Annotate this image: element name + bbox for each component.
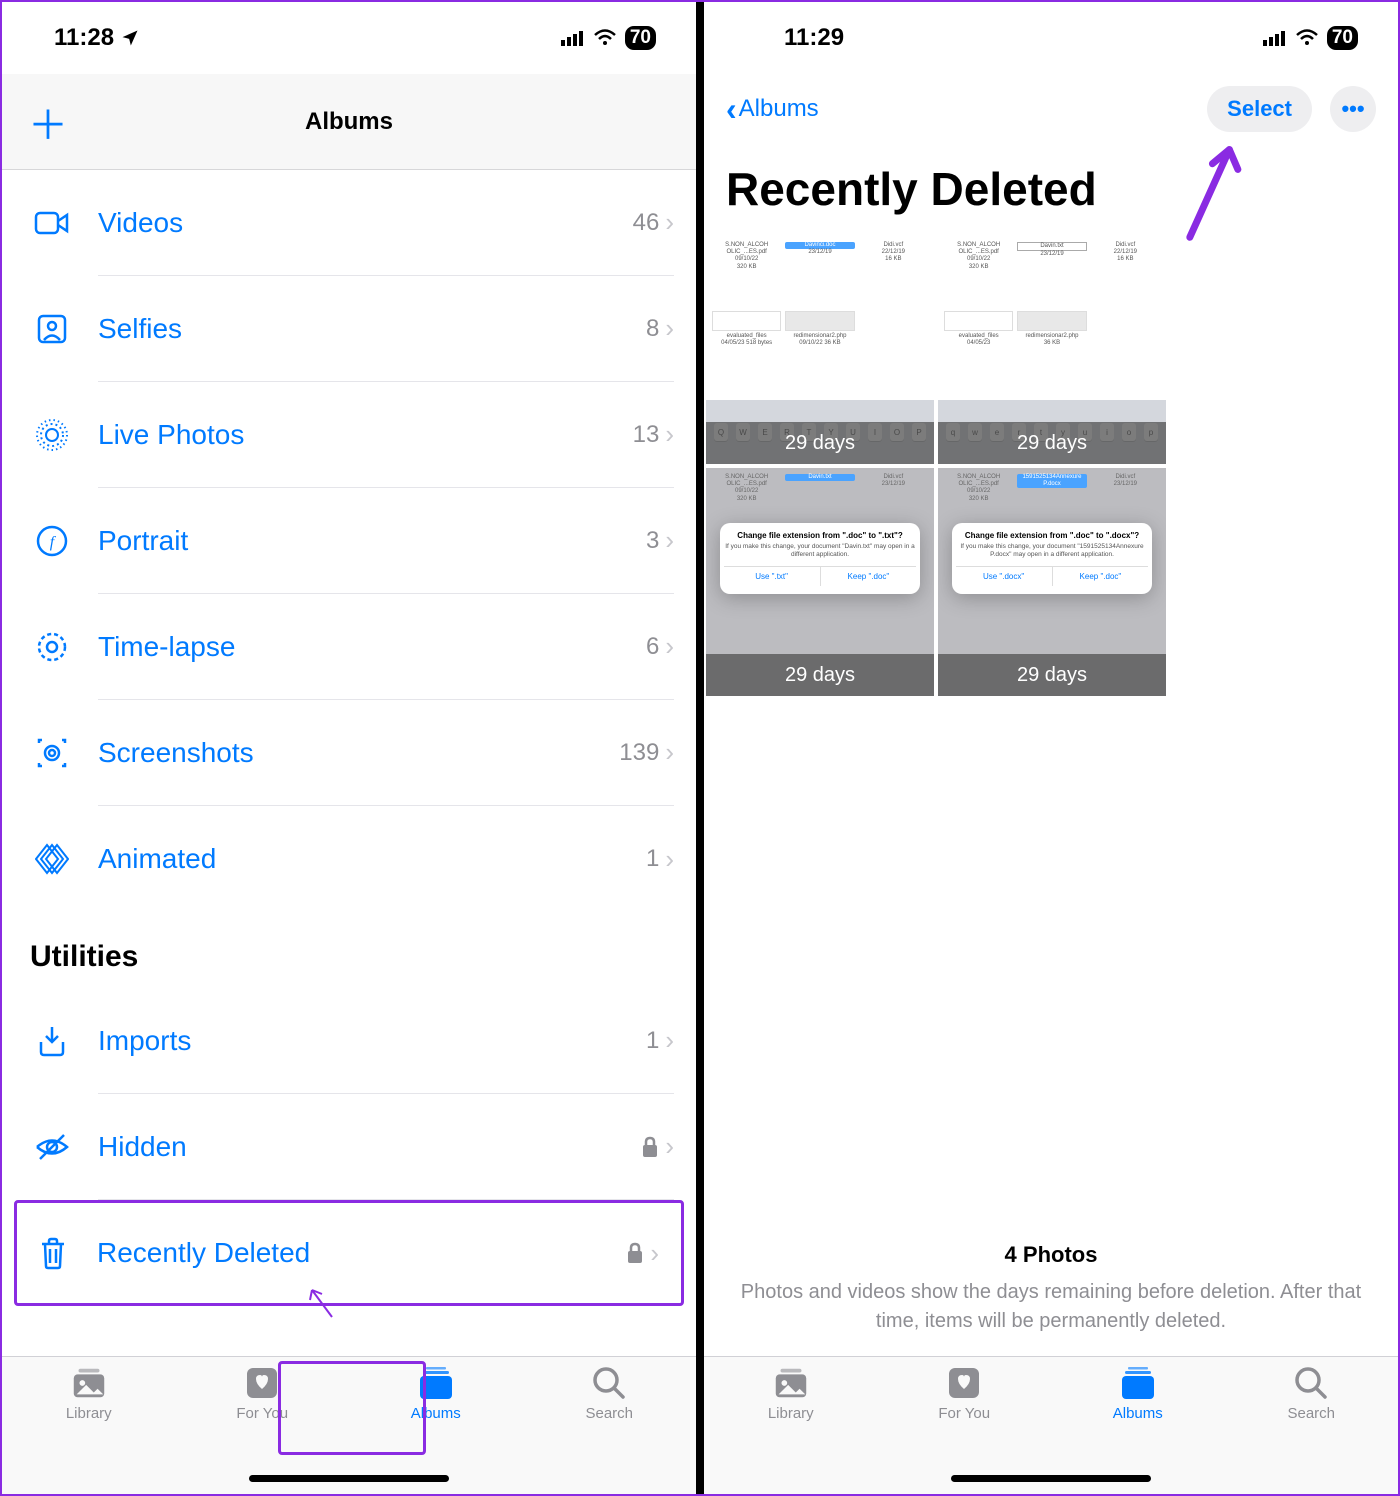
chevron-right-icon: ›: [665, 631, 674, 662]
chevron-right-icon: ›: [665, 1131, 674, 1162]
footer-subtitle: Photos and videos show the days remainin…: [724, 1278, 1378, 1336]
annotation-arrow: [302, 1282, 342, 1322]
ellipsis-icon: •••: [1341, 96, 1364, 122]
screenshots-icon: [30, 736, 74, 770]
albums-list: Videos46› Selfies8› Live Photos13› f Por…: [2, 170, 696, 1356]
row-timelapse[interactable]: Time-lapse6›: [2, 594, 696, 700]
chevron-left-icon: ‹: [726, 91, 737, 128]
row-portrait[interactable]: f Portrait3›: [2, 488, 696, 594]
tab-search[interactable]: Search: [1225, 1365, 1399, 1494]
lock-icon: [641, 1136, 665, 1158]
days-label: 29 days: [938, 654, 1166, 696]
row-livephotos[interactable]: Live Photos13›: [2, 382, 696, 488]
cellular-icon: [1263, 30, 1287, 46]
chevron-right-icon: ›: [665, 313, 674, 344]
home-indicator[interactable]: [951, 1475, 1151, 1482]
chevron-right-icon: ›: [665, 844, 674, 875]
phone-albums: 11:28 70 ＋ Albums Videos46›: [2, 2, 700, 1494]
row-animated[interactable]: Animated1›: [2, 806, 696, 912]
footer-info: 4 Photos Photos and videos show the days…: [704, 1222, 1398, 1356]
svg-text:f: f: [50, 534, 57, 551]
add-button[interactable]: ＋: [28, 93, 68, 151]
chevron-right-icon: ›: [665, 737, 674, 768]
chevron-right-icon: ›: [665, 1025, 674, 1056]
library-icon: [771, 1365, 811, 1401]
selfies-icon: [30, 313, 74, 345]
portrait-icon: f: [30, 524, 74, 558]
chevron-right-icon: ›: [665, 419, 674, 450]
imports-icon: [30, 1024, 74, 1058]
more-button[interactable]: •••: [1330, 86, 1376, 132]
wifi-icon: [593, 29, 617, 47]
days-label: 29 days: [938, 422, 1166, 464]
footer-count: 4 Photos: [724, 1242, 1378, 1268]
page-title: Recently Deleted: [704, 144, 1398, 236]
status-time: 11:28: [54, 24, 114, 52]
navbar: ‹ Albums Select •••: [704, 74, 1398, 144]
tab-bar: Library For You Albums Search: [704, 1356, 1398, 1494]
navbar: ＋ Albums: [2, 74, 696, 170]
row-videos[interactable]: Videos46›: [2, 170, 696, 276]
thumbnail[interactable]: S.NON_ALCOHOLIC_...ES.pdf09/10/22320 KB …: [706, 468, 934, 696]
select-button[interactable]: Select: [1207, 86, 1312, 132]
chevron-right-icon: ›: [665, 207, 674, 238]
chevron-right-icon: ›: [665, 525, 674, 556]
row-imports[interactable]: Imports1›: [2, 988, 696, 1094]
videos-icon: [30, 209, 74, 237]
thumbnail[interactable]: S.NON_ALCOHOLIC_...ES.pdf09/10/22320 KB …: [706, 236, 934, 464]
library-icon: [69, 1365, 109, 1401]
days-label: 29 days: [706, 654, 934, 696]
cellular-icon: [561, 30, 585, 46]
search-icon: [589, 1365, 629, 1401]
row-selfies[interactable]: Selfies8›: [2, 276, 696, 382]
battery-icon: 70: [625, 26, 656, 50]
albums-icon: [1118, 1365, 1158, 1401]
home-indicator[interactable]: [249, 1475, 449, 1482]
thumbnail[interactable]: S.NON_ALCOHOLIC_...ES.pdf09/10/22320 KB …: [938, 236, 1166, 464]
back-button[interactable]: ‹ Albums: [726, 91, 819, 128]
lock-icon: [626, 1242, 650, 1264]
annotation-highlight: [278, 1361, 426, 1455]
tab-search[interactable]: Search: [523, 1365, 697, 1494]
thumbnail-grid: S.NON_ALCOHOLIC_...ES.pdf09/10/22320 KB …: [704, 236, 1398, 696]
wifi-icon: [1295, 29, 1319, 47]
tab-bar: Library For You Albums Search: [2, 1356, 696, 1494]
foryou-icon: [242, 1365, 282, 1401]
navbar-title: Albums: [305, 108, 393, 136]
tab-library[interactable]: Library: [2, 1365, 176, 1494]
chevron-right-icon: ›: [650, 1238, 659, 1269]
thumbnail[interactable]: S.NON_ALCOHOLIC_...ES.pdf09/10/22320 KB …: [938, 468, 1166, 696]
tab-library[interactable]: Library: [704, 1365, 878, 1494]
phone-recently-deleted: 11:29 70 ‹ Albums Select ••• Recently De…: [700, 2, 1398, 1494]
battery-icon: 70: [1327, 26, 1358, 50]
status-bar: 11:29 70: [704, 2, 1398, 74]
row-recently-deleted[interactable]: Recently Deleted›: [14, 1200, 684, 1306]
animated-icon: [30, 842, 74, 876]
trash-icon: [31, 1236, 75, 1270]
timelapse-icon: [30, 630, 74, 664]
search-icon: [1291, 1365, 1331, 1401]
status-bar: 11:28 70: [2, 2, 696, 74]
livephotos-icon: [30, 418, 74, 452]
days-label: 29 days: [706, 422, 934, 464]
row-screenshots[interactable]: Screenshots139›: [2, 700, 696, 806]
utilities-header: Utilities: [2, 912, 696, 988]
status-time: 11:29: [784, 24, 844, 52]
hidden-icon: [30, 1132, 74, 1162]
foryou-icon: [944, 1365, 984, 1401]
row-hidden[interactable]: Hidden›: [2, 1094, 696, 1200]
location-icon: [120, 28, 140, 48]
